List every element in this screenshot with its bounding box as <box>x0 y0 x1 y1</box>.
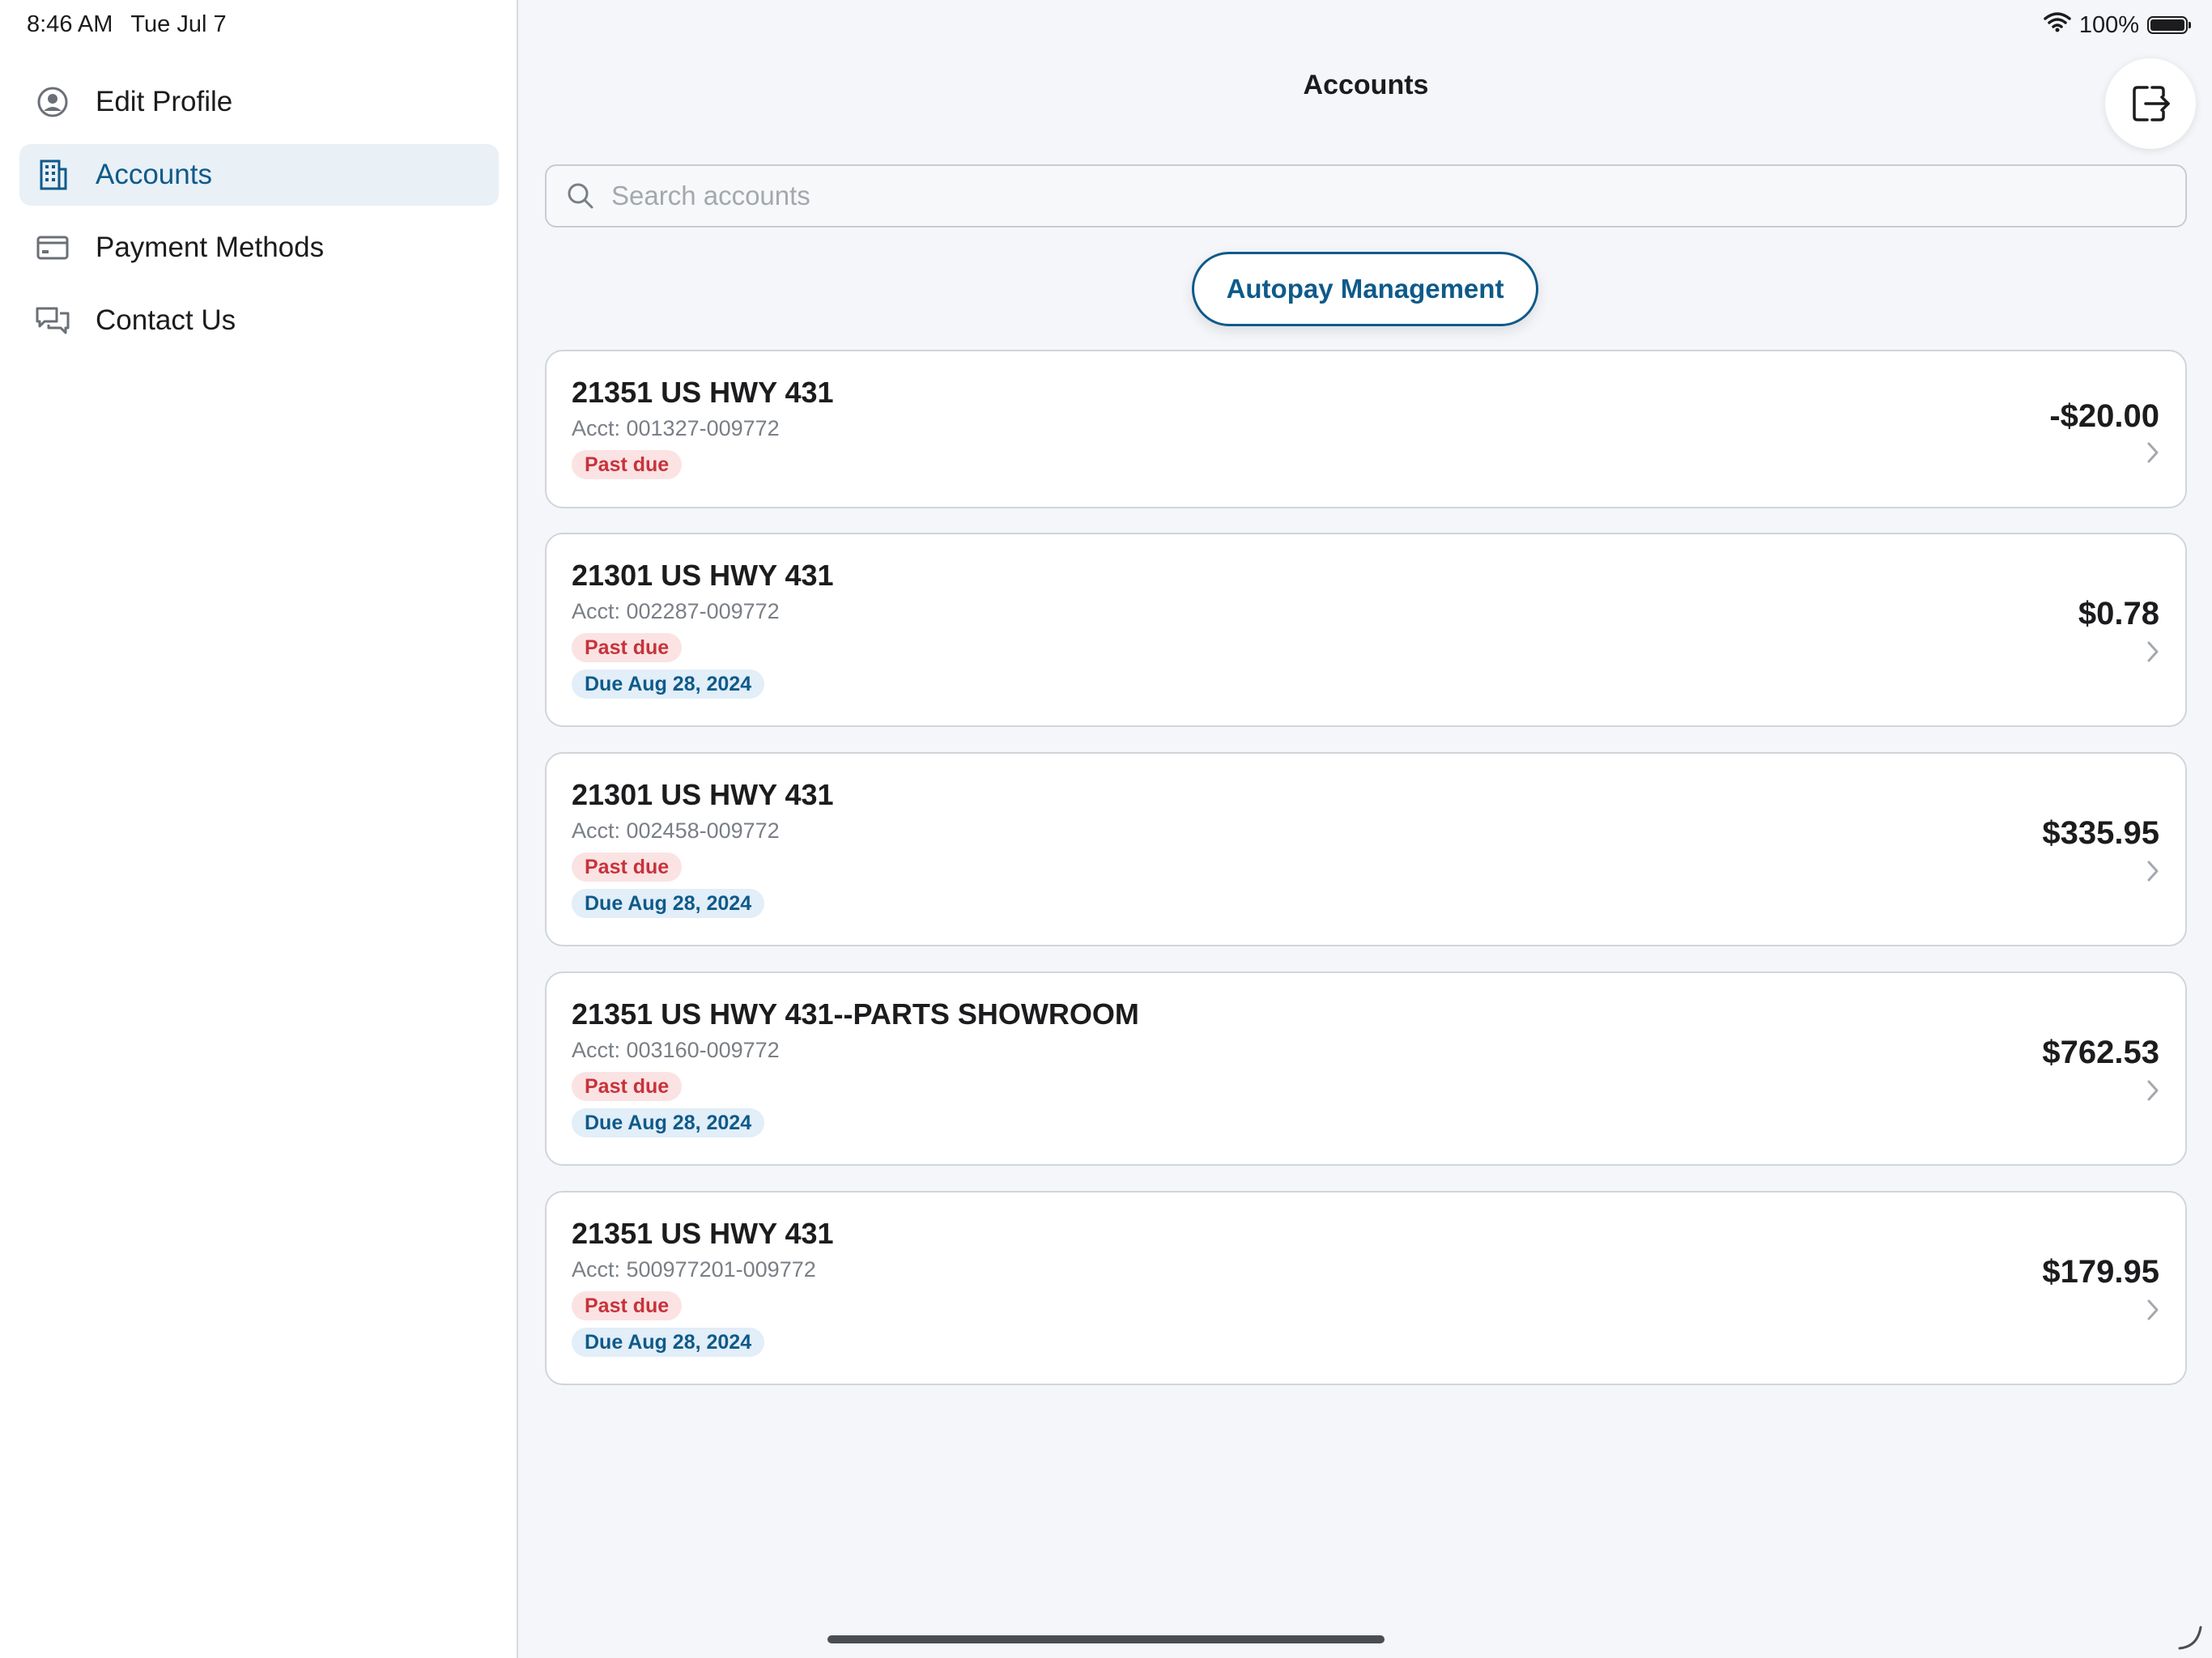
past-due-badge: Past due <box>572 633 683 662</box>
search-icon <box>568 183 593 209</box>
past-due-badge: Past due <box>572 852 683 882</box>
account-number: Acct: 002287-009772 <box>572 599 780 623</box>
resize-corner-icon <box>2178 1626 2202 1650</box>
due-date-badge: Due Aug 28, 2024 <box>572 1328 765 1357</box>
account-amount: $179.95 <box>2042 1254 2159 1290</box>
search-bar[interactable] <box>545 164 2187 227</box>
status-right: 100% <box>2044 11 2191 39</box>
logout-button[interactable] <box>2105 58 2196 149</box>
chevron-right-icon <box>2147 861 2159 882</box>
status-left: 8:46 AM Tue Jul 7 <box>27 11 227 38</box>
sidebar-nav: Edit Profile Accounts Payment Methods Co… <box>19 71 499 363</box>
account-name: 21301 US HWY 431 <box>572 778 834 811</box>
due-date-badge: Due Aug 28, 2024 <box>572 670 765 699</box>
account-name: 21351 US HWY 431--PARTS SHOWROOM <box>572 997 1139 1031</box>
battery-icon <box>2147 16 2191 34</box>
sidebar-item-label: Payment Methods <box>96 232 325 263</box>
credit-card-icon <box>34 229 71 266</box>
person-circle-icon <box>34 83 71 121</box>
page-title: Accounts <box>1303 70 1429 100</box>
account-amount: $0.78 <box>2078 596 2159 631</box>
account-card[interactable]: 21301 US HWY 431 Acct: 002458-009772 Pas… <box>545 752 2187 946</box>
home-indicator[interactable] <box>827 1635 1385 1643</box>
autopay-management-button[interactable]: Autopay Management <box>1192 252 1538 326</box>
status-time: 8:46 AM <box>27 11 113 37</box>
status-bar: 8:46 AM Tue Jul 7 100% <box>0 0 2212 52</box>
status-date: Tue Jul 7 <box>130 11 227 37</box>
sidebar-item-label: Edit Profile <box>96 86 233 117</box>
account-amount: -$20.00 <box>2049 398 2159 434</box>
account-name: 21301 US HWY 431 <box>572 559 834 592</box>
sidebar-item-label: Accounts <box>96 159 212 190</box>
account-name: 21351 US HWY 431 <box>572 376 834 409</box>
account-amount: $762.53 <box>2042 1035 2159 1070</box>
account-card[interactable]: 21351 US HWY 431--PARTS SHOWROOM Acct: 0… <box>545 971 2187 1166</box>
due-date-badge: Due Aug 28, 2024 <box>572 889 765 918</box>
chevron-right-icon <box>2147 1299 2159 1320</box>
account-amount: $335.95 <box>2042 815 2159 851</box>
account-name: 21351 US HWY 431 <box>572 1217 834 1250</box>
chevron-right-icon <box>2147 641 2159 662</box>
due-date-badge: Due Aug 28, 2024 <box>572 1108 765 1137</box>
sidebar-item-edit-profile[interactable]: Edit Profile <box>19 71 499 133</box>
account-number: Acct: 500977201-009772 <box>572 1257 816 1282</box>
main-content: Accounts Autopay Management 21351 US HWY… <box>520 0 2212 1658</box>
account-number: Acct: 003160-009772 <box>572 1038 780 1062</box>
sidebar-item-accounts[interactable]: Accounts <box>19 144 499 206</box>
account-card[interactable]: 21301 US HWY 431 Acct: 002287-009772 Pas… <box>545 533 2187 727</box>
account-number: Acct: 002458-009772 <box>572 818 780 843</box>
chat-bubbles-icon <box>34 302 71 339</box>
search-input[interactable] <box>610 180 2151 212</box>
sidebar-item-payment-methods[interactable]: Payment Methods <box>19 217 499 278</box>
wifi-icon <box>2044 11 2071 39</box>
account-number: Acct: 001327-009772 <box>572 416 780 440</box>
chevron-right-icon <box>2147 1080 2159 1101</box>
battery-percent: 100% <box>2078 11 2139 38</box>
building-icon <box>34 156 71 193</box>
sidebar-item-contact-us[interactable]: Contact Us <box>19 290 499 351</box>
account-card[interactable]: 21351 US HWY 431 Acct: 500977201-009772 … <box>545 1191 2187 1385</box>
sidebar: Edit Profile Accounts Payment Methods Co… <box>0 0 518 1658</box>
chevron-right-icon <box>2147 442 2159 463</box>
past-due-badge: Past due <box>572 450 683 479</box>
account-card[interactable]: 21351 US HWY 431 Acct: 001327-009772 Pas… <box>545 350 2187 508</box>
past-due-badge: Past due <box>572 1291 683 1320</box>
past-due-badge: Past due <box>572 1072 683 1101</box>
sidebar-item-label: Contact Us <box>96 304 236 336</box>
logout-icon <box>2133 86 2170 121</box>
